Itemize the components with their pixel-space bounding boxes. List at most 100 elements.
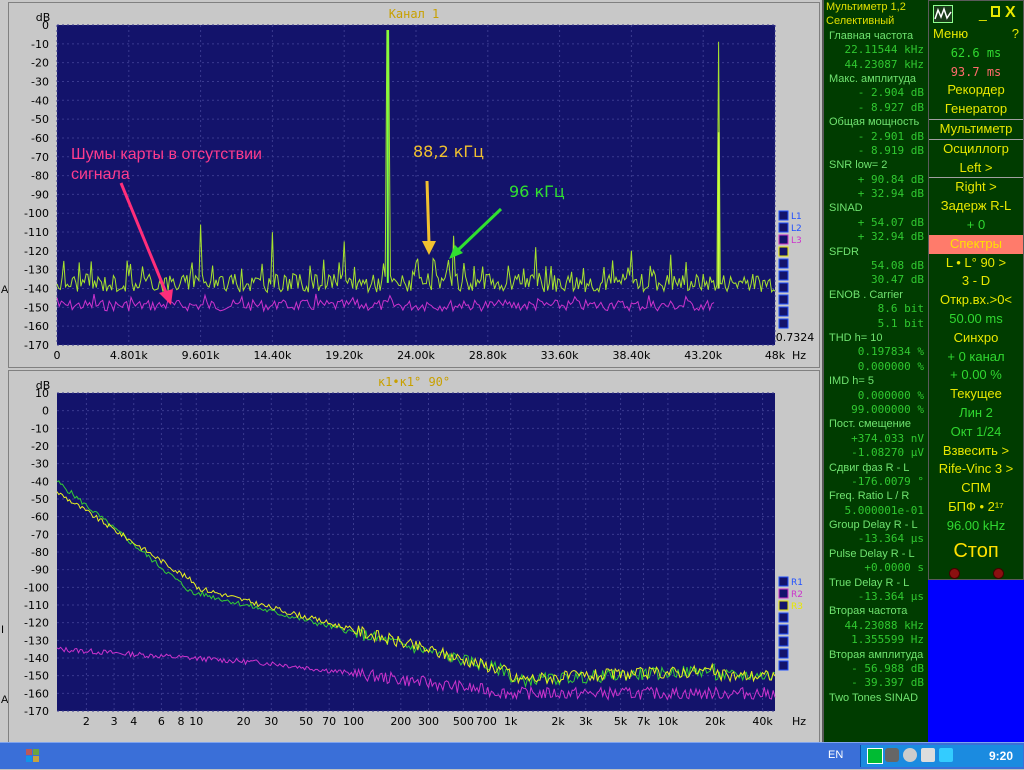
multimeter-val: - 2.901 dB	[857, 129, 924, 143]
legend-swatch[interactable]	[778, 588, 789, 599]
control-item[interactable]: L • L° 90 >	[929, 254, 1023, 273]
control-item[interactable]: + 0	[929, 216, 1023, 235]
legend-swatch[interactable]	[778, 210, 789, 221]
spectrum-graph-bottom[interactable]: 10 0 -10 -20 -30 -40 -50 -60 -70 -80 -90 -100 -110 -1…	[8, 370, 820, 744]
multimeter-val: 44.23087 kHz	[844, 57, 924, 71]
multimeter-val: + 54.07 dB	[857, 215, 924, 229]
legend-swatch[interactable]	[778, 636, 789, 647]
control-item[interactable]: Лин 2	[929, 404, 1023, 423]
control-item[interactable]: 96.00 kHz	[929, 517, 1023, 536]
multimeter-val: 30.47 dB	[871, 273, 924, 287]
control-item[interactable]: Мультиметр	[929, 118, 1023, 139]
y-unit-label: dB	[36, 379, 51, 392]
x-tick-label: 2k	[551, 715, 565, 728]
multimeter-lbl: Сдвиг фаз R - L	[829, 461, 910, 474]
menu-button[interactable]: Меню	[933, 26, 968, 41]
multimeter-lbl: Freq. Ratio L / R	[829, 490, 910, 503]
legend-swatch[interactable]	[778, 246, 789, 257]
windows-logo-icon[interactable]	[20, 747, 46, 765]
multimeter-val: 5.000001e-01	[844, 503, 924, 517]
control-item[interactable]: Окт 1/24	[929, 423, 1023, 442]
control-item[interactable]: + 0.00 %	[929, 366, 1023, 385]
control-item[interactable]: Рекордер	[929, 81, 1023, 100]
y-tick-label: -150	[24, 301, 49, 314]
x-tick-label: 3k	[579, 715, 593, 728]
maximize-button[interactable]	[991, 6, 1000, 17]
legend-swatch[interactable]	[778, 576, 789, 587]
y-tick-label: -90	[31, 564, 49, 577]
x-tick-label: 8	[178, 715, 185, 728]
minimize-button[interactable]: _	[979, 1, 987, 25]
y-tick-label: -170	[24, 705, 49, 718]
x-unit-label: Hz	[792, 715, 806, 728]
legend-swatch[interactable]	[778, 612, 789, 623]
control-item[interactable]: Синхро	[929, 329, 1023, 348]
indicator-row	[929, 566, 1023, 579]
taskbar: EN 9:20	[0, 742, 1024, 769]
clock[interactable]: 9:20	[989, 749, 1013, 763]
close-icon[interactable]: X	[1005, 1, 1016, 25]
spectrum-graph-top[interactable]: 0 -10 -20 -30 -40 -50 -60 -70 -80 -90 -100 -110 -120…	[8, 2, 820, 368]
control-item[interactable]: Спектры	[929, 234, 1023, 254]
stop-button[interactable]: Стоп	[929, 536, 1023, 566]
x-tick-label: 1k	[504, 715, 518, 728]
multimeter-val: -13.364 µs	[857, 532, 924, 546]
legend-swatch[interactable]	[778, 648, 789, 659]
y-tick-label: -140	[24, 283, 49, 296]
legend-swatch[interactable]	[778, 258, 789, 269]
spectrum-plot-top[interactable]: 0 -10 -20 -30 -40 -50 -60 -70 -80 -90 -100 -110 -120…	[9, 3, 819, 367]
start-button[interactable]	[20, 747, 46, 765]
control-item[interactable]: 50.00 ms	[929, 310, 1023, 329]
x-tick-label: 33.60k	[541, 349, 579, 362]
menu-row[interactable]: Меню ?	[929, 25, 1023, 44]
legend-swatch[interactable]	[778, 234, 789, 245]
spectrum-tray-icon[interactable]	[867, 748, 883, 764]
legend-swatch[interactable]	[778, 660, 789, 671]
multimeter-lbl: THD h= 10	[829, 331, 883, 344]
control-item[interactable]: Генератор	[929, 100, 1023, 119]
spectrum-plot-bottom[interactable]: 100-10-20-30-40-50-60-70-80-90-100-110-1…	[9, 371, 819, 743]
legend-swatch[interactable]	[778, 282, 789, 293]
legend-swatch[interactable]	[778, 624, 789, 635]
disk-icon[interactable]	[921, 748, 935, 762]
legend-swatch[interactable]	[778, 306, 789, 317]
control-item[interactable]: + 0 канал	[929, 348, 1023, 367]
control-item[interactable]: Rife-Vinc 3 >	[929, 460, 1023, 479]
control-item[interactable]: Задерж R-L	[929, 197, 1023, 216]
legend-swatch[interactable]	[778, 294, 789, 305]
control-item[interactable]: Взвесить >	[929, 442, 1023, 461]
y-tick-label: -100	[24, 581, 49, 594]
y-tick-label: -140	[24, 652, 49, 665]
language-indicator[interactable]: EN	[828, 749, 843, 761]
x-tick-label: 43.20k	[684, 349, 722, 362]
control-item[interactable]: СПМ	[929, 479, 1023, 498]
x-tick-label: 100	[343, 715, 364, 728]
legend-swatch[interactable]	[778, 600, 789, 611]
legend-swatch[interactable]	[778, 318, 789, 329]
multimeter-hdr[interactable]: Селективный	[824, 14, 928, 28]
y-tick-label: -50	[31, 113, 49, 126]
control-item[interactable]: Откр.вх.>0<	[929, 291, 1023, 310]
x-tick-label: 20	[237, 715, 251, 728]
control-item[interactable]: 3 - D	[929, 272, 1023, 291]
help-button[interactable]: ?	[1012, 25, 1019, 44]
control-item[interactable]: Осциллогр	[929, 138, 1023, 159]
graph-pane: A I A 0 -10 -20 -30 -40 -50 -60 -70 -80 -90 -100 -1…	[0, 0, 820, 744]
monitor-icon[interactable]	[939, 748, 953, 762]
control-header: _ X	[929, 1, 1023, 25]
control-item[interactable]: Right >	[929, 177, 1023, 197]
time-readout-2: 93.7 ms	[950, 64, 1002, 79]
system-tray: 9:20	[860, 745, 1023, 767]
legend-swatch[interactable]	[778, 270, 789, 281]
control-item[interactable]: Текущее	[929, 385, 1023, 404]
legend-swatch[interactable]	[778, 222, 789, 233]
control-item[interactable]: Left >	[929, 159, 1023, 178]
network-icon[interactable]	[903, 748, 917, 762]
multimeter-val: - 39.397 dB	[851, 676, 924, 690]
multimeter-hdr[interactable]: Мультиметр 1,2	[824, 0, 928, 14]
multimeter-val: -13.364 µs	[857, 590, 924, 604]
multimeter-val: - 8.919 dB	[857, 143, 924, 157]
speaker-icon[interactable]	[885, 748, 899, 762]
control-item[interactable]: БПФ • 2¹⁷	[929, 498, 1023, 517]
multimeter-lbl: Group Delay R - L	[829, 519, 918, 532]
